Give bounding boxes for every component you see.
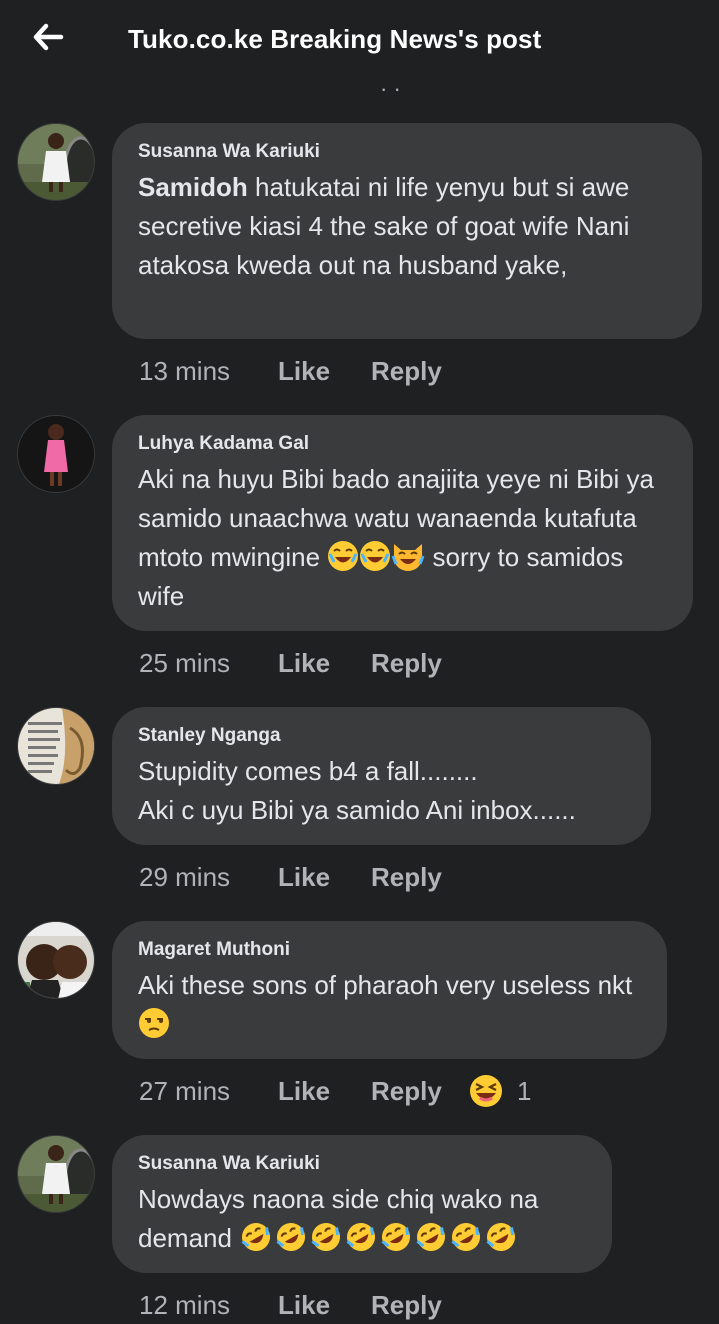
comment-text: Stupidity comes b4 a fall........ Aki c …: [138, 756, 576, 825]
like-button[interactable]: Like: [278, 356, 330, 387]
comment-author[interactable]: Susanna Wa Kariuki: [138, 1153, 586, 1175]
rofl-emoji-row: [239, 1223, 519, 1253]
joy-emoji-icon: [328, 541, 359, 571]
comment-text: Aki these sons of pharaoh very useless n…: [138, 966, 641, 1044]
laughing-emoji-icon: [470, 1075, 502, 1107]
like-button[interactable]: Like: [278, 648, 330, 679]
reply-button[interactable]: Reply: [371, 356, 442, 387]
reply-button[interactable]: Reply: [371, 862, 442, 893]
comment-timestamp: 25 mins: [139, 648, 231, 678]
reaction-summary[interactable]: 1: [469, 1074, 531, 1108]
comment-bubble: Magaret Muthoni Aki these sons of pharao…: [112, 921, 667, 1059]
app-header: Tuko.co.ke Breaking News's post: [0, 0, 719, 84]
rofl-emoji-icon: [276, 1223, 306, 1251]
comment-timestamp: 29 mins: [139, 862, 231, 892]
joy-cat-emoji-icon: [391, 544, 425, 571]
comment-timestamp: 27 mins: [139, 1076, 231, 1106]
rofl-emoji-icon: [381, 1223, 411, 1251]
mention-link[interactable]: Samidoh: [138, 172, 248, 202]
comment-author[interactable]: Susanna Wa Kariuki: [138, 141, 676, 163]
comment-bubble: Susanna Wa Kariuki Samidoh hatukatai ni …: [112, 123, 702, 339]
unamused-emoji-icon: [139, 1008, 169, 1038]
rofl-emoji-icon: [451, 1223, 481, 1251]
like-button[interactable]: Like: [278, 1290, 330, 1321]
comment-bubble: Luhya Kadama Gal Aki na huyu Bibi bado a…: [112, 415, 693, 631]
like-button[interactable]: Like: [278, 1076, 330, 1107]
comment-timestamp: 12 mins: [139, 1290, 231, 1320]
comment-bubble: Stanley Nganga Stupidity comes b4 a fall…: [112, 707, 651, 845]
page-title: Tuko.co.ke Breaking News's post: [128, 24, 542, 54]
rofl-emoji-icon: [311, 1223, 341, 1251]
avatar[interactable]: [17, 1135, 95, 1213]
back-button[interactable]: [28, 20, 68, 54]
like-button[interactable]: Like: [278, 862, 330, 893]
comment-text: Aki na huyu Bibi bado anajiita yeye ni B…: [138, 464, 654, 611]
comment-text: Samidoh hatukatai ni life yenyu but si a…: [138, 172, 630, 280]
avatar[interactable]: [17, 707, 95, 785]
comment-timestamp: 13 mins: [139, 356, 231, 386]
comment-author[interactable]: Magaret Muthoni: [138, 939, 641, 961]
rofl-emoji-icon: [346, 1223, 376, 1251]
rofl-emoji-icon: [241, 1223, 271, 1251]
avatar[interactable]: [17, 415, 95, 493]
joy-emoji-icon: [360, 541, 391, 571]
comment-bubble: Susanna Wa Kariuki Nowdays naona side ch…: [112, 1135, 612, 1273]
avatar[interactable]: [17, 921, 95, 999]
rofl-emoji-icon: [416, 1223, 446, 1251]
avatar[interactable]: [17, 123, 95, 201]
comment-author[interactable]: Luhya Kadama Gal: [138, 433, 667, 455]
rofl-emoji-icon: [486, 1223, 516, 1251]
reaction-count: 1: [517, 1075, 532, 1106]
clipped-previous-comment-actions: · ·: [0, 84, 719, 96]
reply-button[interactable]: Reply: [371, 1076, 442, 1107]
comment-text: Nowdays naona side chiq wako na demand: [138, 1180, 586, 1258]
reply-button[interactable]: Reply: [371, 1290, 442, 1321]
comment-author[interactable]: Stanley Nganga: [138, 725, 625, 747]
arrow-left-icon: [33, 23, 64, 51]
reply-button[interactable]: Reply: [371, 648, 442, 679]
